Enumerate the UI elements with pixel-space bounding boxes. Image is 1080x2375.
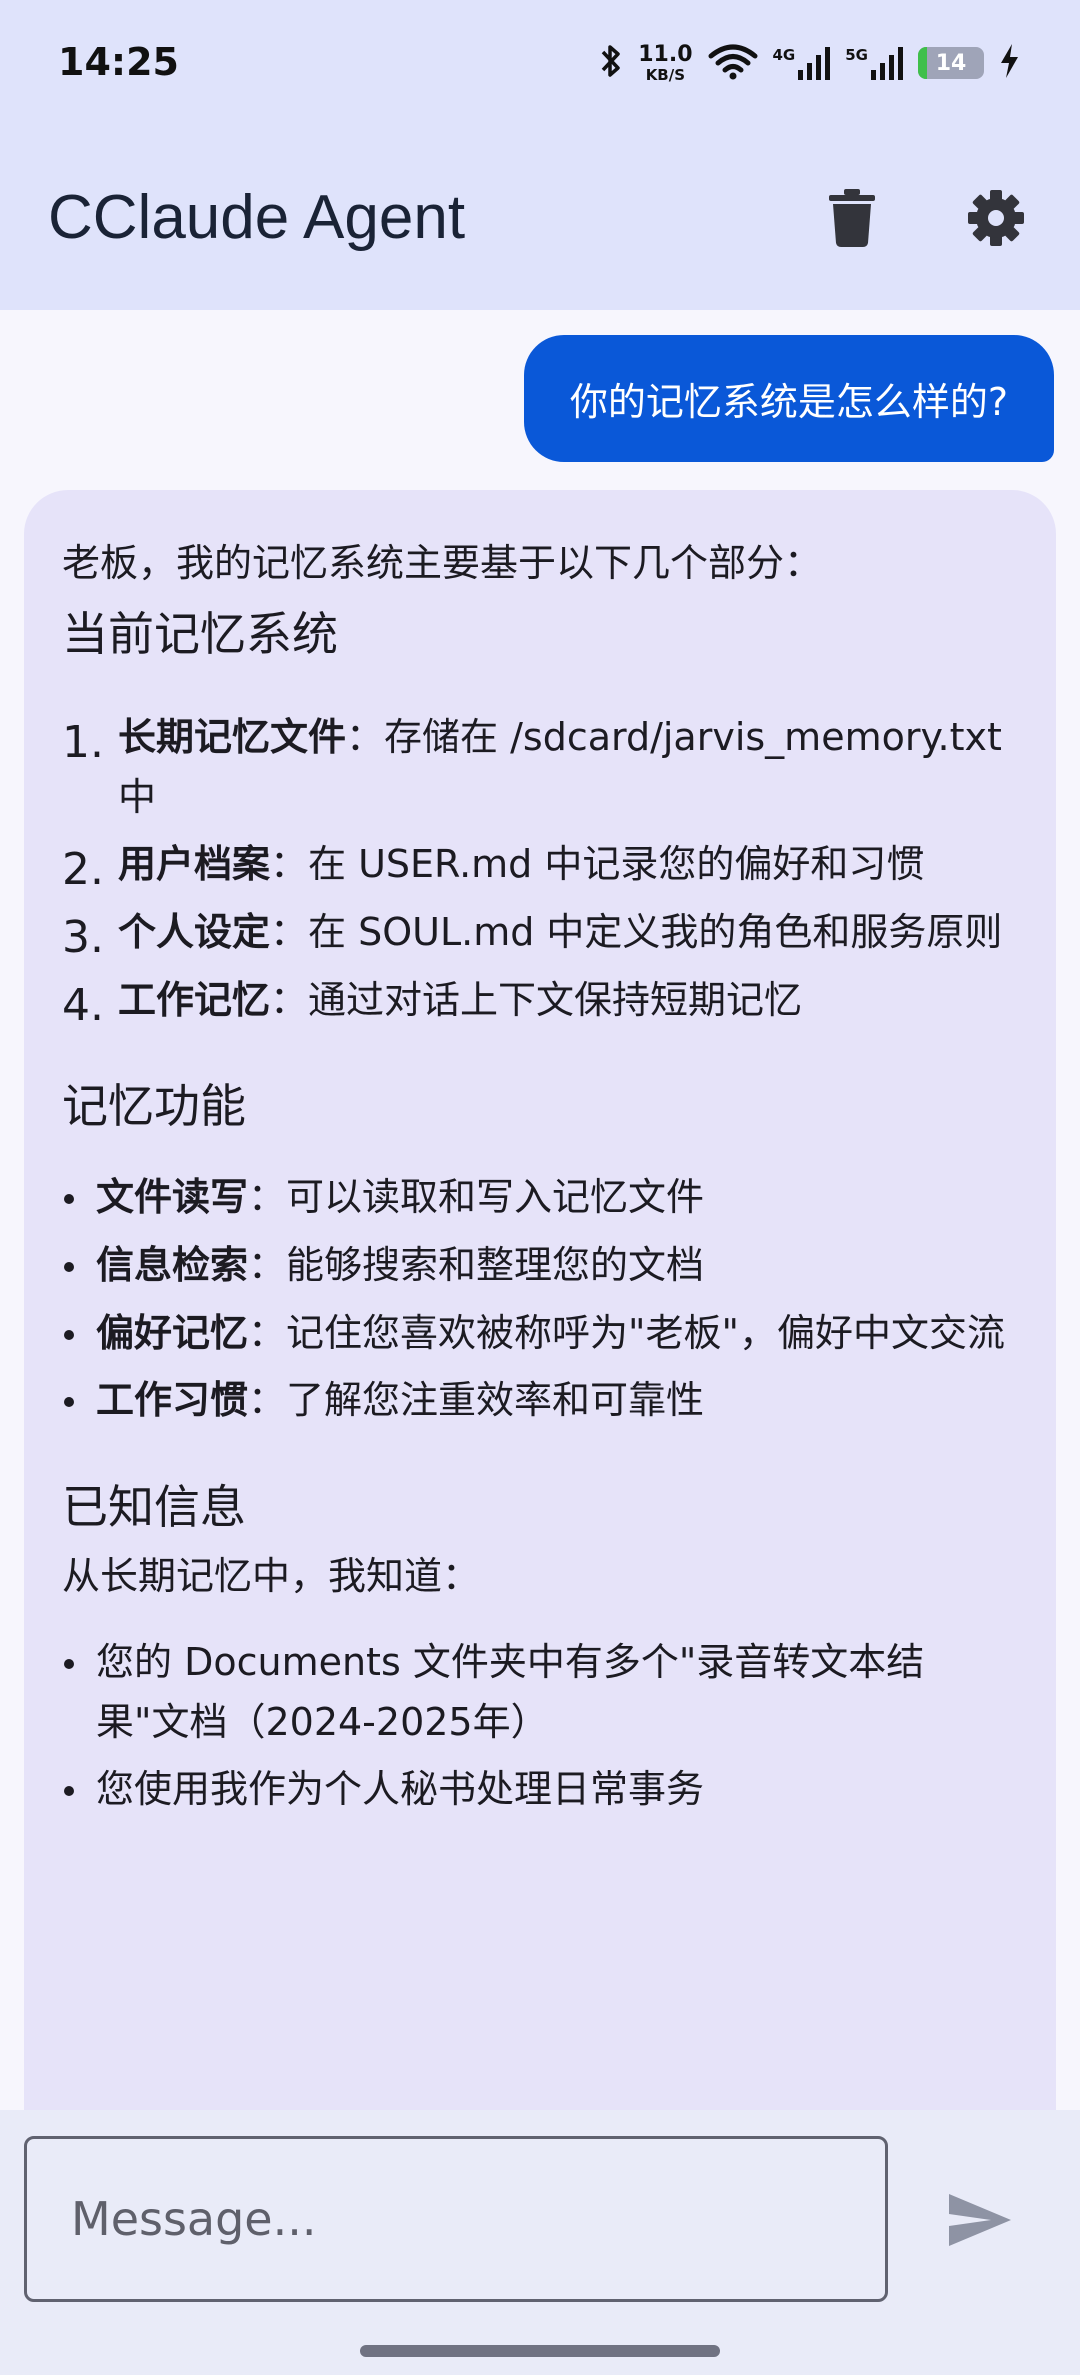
list-item: 3. 个人设定：在 SOUL.md 中定义我的角色和服务原则: [62, 909, 1003, 963]
app-bar: CClaude Agent: [0, 130, 1080, 310]
wifi-icon: [707, 42, 759, 84]
list-item: 信息检索：能够搜索和整理您的文档: [62, 1236, 1016, 1296]
memory-list: 1. 长期记忆文件：存储在 /sdcard/jarvis_memory.txt …: [62, 708, 1016, 1031]
network-speed: 11.0 KB/S: [638, 41, 693, 84]
settings-button[interactable]: [956, 180, 1036, 260]
list-item: 文件读写：可以读取和写入记忆文件: [62, 1168, 1016, 1228]
list-item: 4. 工作记忆：通过对话上下文保持短期记忆: [62, 977, 803, 1031]
status-time: 14:25: [58, 40, 179, 84]
known-info-list: 您的 Documents 文件夹中有多个"录音转文本结果"文档（2024-202…: [62, 1633, 1016, 1820]
send-icon: [947, 2192, 1013, 2252]
trash-icon: [829, 189, 875, 251]
assistant-intro: 老板，我的记忆系统主要基于以下几个部分：: [62, 541, 823, 585]
assistant-message-bubble: 老板，我的记忆系统主要基于以下几个部分： 当前记忆系统 1. 长期记忆文件：存储…: [24, 490, 1056, 2110]
user-message-bubble: 你的记忆系统是怎么样的?: [523, 335, 1054, 462]
charging-bolt-icon: [998, 42, 1020, 84]
delete-button[interactable]: [812, 180, 892, 260]
list-item: 工作习惯：了解您注重效率和可靠性: [62, 1371, 1016, 1431]
section-heading: 当前记忆系统: [62, 606, 338, 661]
list-item: 2. 用户档案：在 USER.md 中记录您的偏好和习惯: [62, 842, 925, 896]
send-button[interactable]: [930, 2182, 1030, 2262]
gear-icon: [967, 189, 1025, 251]
message-input[interactable]: [24, 2136, 888, 2302]
bluetooth-icon: [598, 42, 624, 84]
gesture-handle[interactable]: [360, 2345, 720, 2357]
user-message-text: 你的记忆系统是怎么样的?: [569, 380, 1008, 424]
status-icons: 11.0 KB/S 4G 5G 14: [598, 38, 1020, 88]
list-item: 您使用我作为个人秘书处理日常事务: [62, 1760, 1016, 1820]
page-title: CClaude Agent: [48, 183, 466, 252]
features-list: 文件读写：可以读取和写入记忆文件 信息检索：能够搜索和整理您的文档 偏好记忆：记…: [62, 1168, 1016, 1431]
list-item: 您的 Documents 文件夹中有多个"录音转文本结果"文档（2024-202…: [62, 1633, 1016, 1752]
status-bar: 14:25 11.0 KB/S 4G 5G 14: [0, 0, 1080, 130]
navigation-bar: [0, 2325, 1080, 2375]
chat-list[interactable]: 你的记忆系统是怎么样的? 老板，我的记忆系统主要基于以下几个部分： 当前记忆系统…: [0, 310, 1080, 2110]
cellular-4g-icon: 4G: [773, 44, 832, 82]
list-item: 1. 长期记忆文件：存储在 /sdcard/jarvis_memory.txt …: [62, 714, 1002, 819]
section-heading: 已知信息: [62, 1480, 246, 1534]
cellular-5g-icon: 5G: [845, 44, 904, 82]
composer: [0, 2110, 1080, 2325]
list-item: 偏好记忆：记住您喜欢被称呼为"老板"，偏好中文交流: [62, 1304, 1016, 1364]
section-heading: 记忆功能: [62, 1079, 246, 1134]
section-intro: 从长期记忆中，我知道：: [62, 1554, 481, 1599]
battery-icon: 14: [918, 47, 984, 79]
